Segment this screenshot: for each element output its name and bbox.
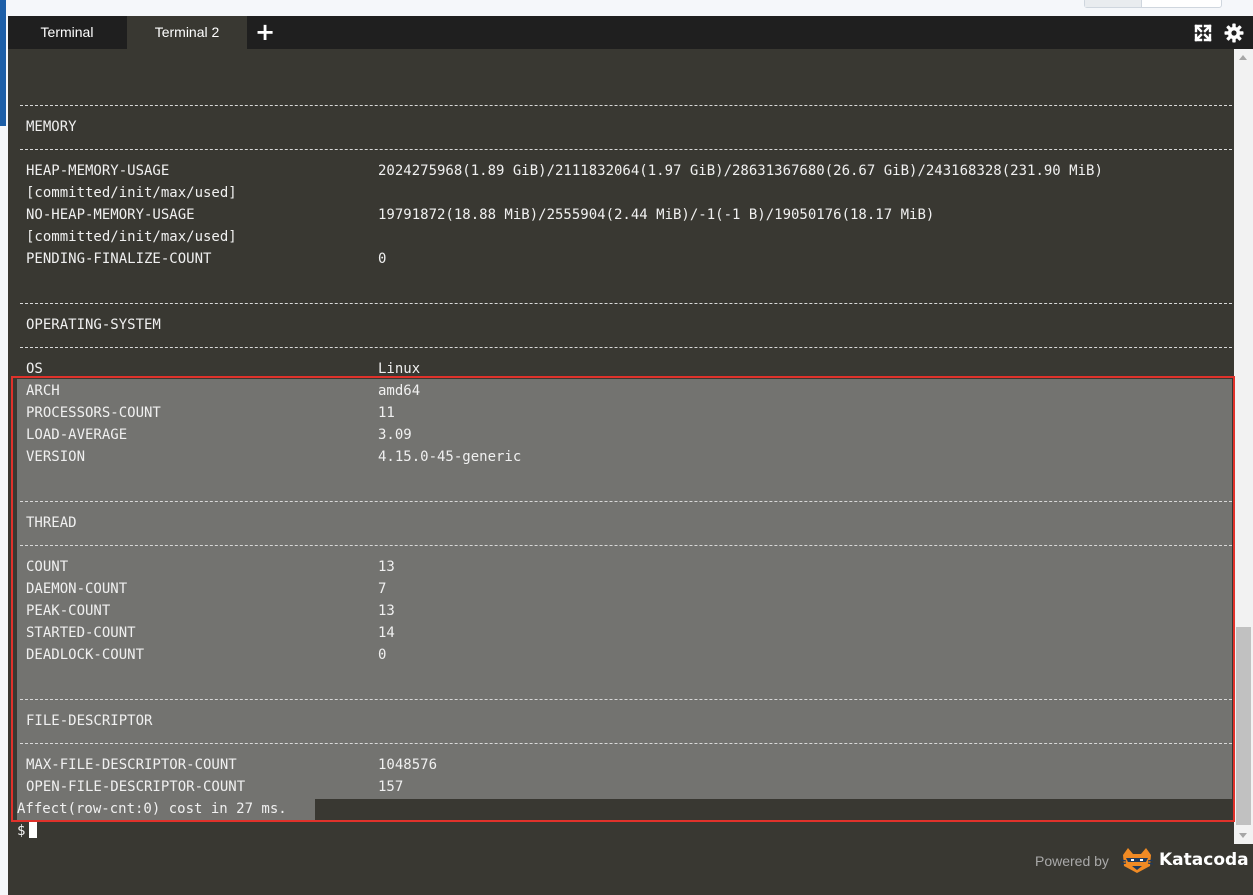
row-value: 157 xyxy=(378,779,404,795)
row-name: PROCESSORS-COUNT xyxy=(26,405,161,421)
row-name: LOAD-AVERAGE xyxy=(26,427,128,443)
row-name-continuation: [committed/init/max/used] xyxy=(26,185,237,201)
section-title-memory: MEMORY xyxy=(26,119,77,135)
row-value: 3.09 xyxy=(378,427,412,443)
top-button-group[interactable] xyxy=(1084,0,1222,8)
terminal-scrollbar[interactable] xyxy=(1234,49,1253,844)
shell-prompt[interactable]: $ xyxy=(17,820,38,842)
tab-terminal-2[interactable]: Terminal 2 xyxy=(127,16,247,49)
row-value: 11 xyxy=(378,405,395,421)
katacoda-brand-text[interactable]: Katacoda xyxy=(1159,848,1249,872)
row-name-continuation: [committed/init/max/used] xyxy=(26,229,237,245)
prompt-symbol: $ xyxy=(17,823,26,839)
plus-icon[interactable]: + xyxy=(254,16,276,49)
scrollbar-thumb[interactable] xyxy=(1236,627,1251,825)
row-value: 7 xyxy=(378,581,387,597)
row-value: 1048576 xyxy=(378,757,438,773)
dashed-separator xyxy=(20,105,1232,106)
terminal-tab-bar: Terminal Terminal 2 + xyxy=(8,16,1253,49)
scroll-down-arrow-icon[interactable] xyxy=(1239,833,1247,838)
row-value: 13 xyxy=(378,603,395,619)
row-name: OS xyxy=(26,361,43,377)
dashed-separator xyxy=(20,545,1232,546)
tab-terminal[interactable]: Terminal xyxy=(8,16,126,49)
row-name: NO-HEAP-MEMORY-USAGE xyxy=(26,207,195,223)
browser-top-strip xyxy=(0,0,1253,16)
section-title-operating-system: OPERATING-SYSTEM xyxy=(26,317,161,333)
row-value: 0 xyxy=(378,251,387,267)
row-value: Linux xyxy=(378,361,421,377)
row-name: VERSION xyxy=(26,449,86,465)
text-cursor xyxy=(29,822,38,838)
scroll-up-arrow-icon[interactable] xyxy=(1239,55,1247,60)
row-name: PENDING-FINALIZE-COUNT xyxy=(26,251,212,267)
left-panel-edge xyxy=(0,16,6,126)
row-name: DEADLOCK-COUNT xyxy=(26,647,145,663)
left-blue-edge xyxy=(0,0,6,16)
row-value: 19791872(18.88 MiB)/2555904(2.44 MiB)/-1… xyxy=(378,207,935,223)
row-value: 4.15.0-45-generic xyxy=(378,449,522,465)
row-value: 0 xyxy=(378,647,387,663)
top-button-segment[interactable] xyxy=(1085,0,1142,7)
row-name: DAEMON-COUNT xyxy=(26,581,128,597)
dashed-separator xyxy=(20,149,1232,150)
row-name: PEAK-COUNT xyxy=(26,603,111,619)
row-name: ARCH xyxy=(26,383,60,399)
row-value: 14 xyxy=(378,625,395,641)
row-name: STARTED-COUNT xyxy=(26,625,136,641)
row-value: 13 xyxy=(378,559,395,575)
katacoda-logo-icon[interactable] xyxy=(1120,846,1154,874)
section-title-file-descriptor: FILE-DESCRIPTOR xyxy=(26,713,153,729)
terminal-output[interactable]: MEMORY HEAP-MEMORY-USAGE 2024275968(1.89… xyxy=(8,49,1253,895)
command-status-line: Affect(row-cnt:0) cost in 27 ms. xyxy=(17,801,287,817)
row-name: HEAP-MEMORY-USAGE xyxy=(26,163,170,179)
expand-icon[interactable] xyxy=(1193,23,1213,43)
row-name: COUNT xyxy=(26,559,69,575)
powered-by-label: Powered by xyxy=(1035,853,1109,869)
terminal-content: MEMORY HEAP-MEMORY-USAGE 2024275968(1.89… xyxy=(8,49,1234,895)
dashed-separator xyxy=(20,303,1232,304)
row-name: OPEN-FILE-DESCRIPTOR-COUNT xyxy=(26,779,246,795)
row-name: MAX-FILE-DESCRIPTOR-COUNT xyxy=(26,757,237,773)
dashed-separator xyxy=(20,743,1232,744)
section-title-thread: THREAD xyxy=(26,515,77,531)
row-value: 2024275968(1.89 GiB)/2111832064(1.97 GiB… xyxy=(378,163,1103,179)
dashed-separator xyxy=(20,501,1232,502)
gear-icon[interactable] xyxy=(1224,23,1244,43)
row-value: amd64 xyxy=(378,383,421,399)
dashed-separator xyxy=(20,699,1232,700)
dashed-separator xyxy=(20,347,1232,348)
